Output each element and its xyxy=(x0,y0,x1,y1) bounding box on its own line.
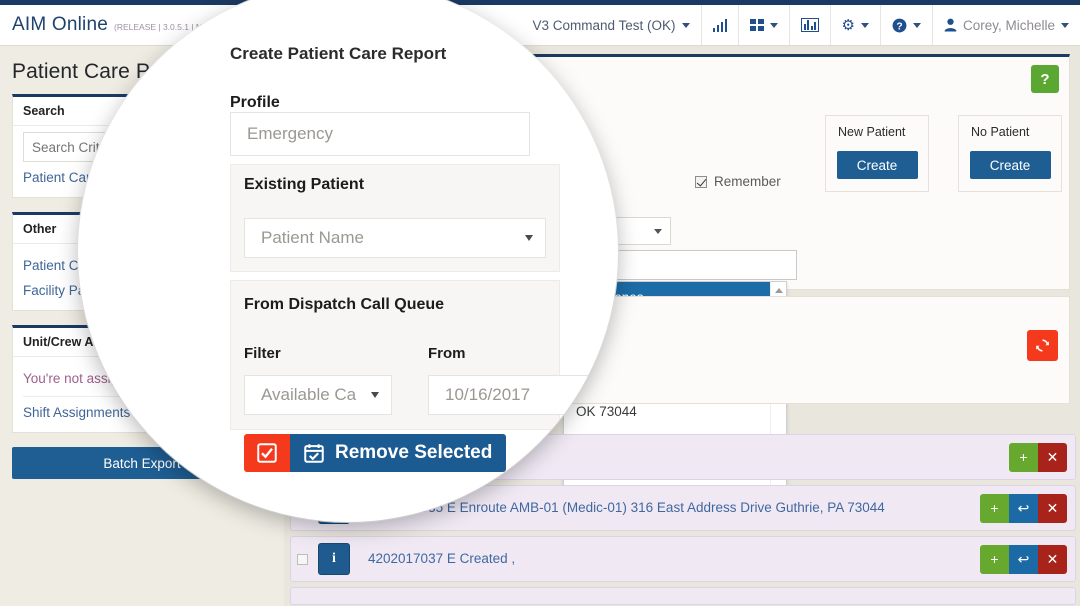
row-actions: + ↩ ✕ xyxy=(980,545,1067,574)
help-menu[interactable]: ? xyxy=(880,5,932,45)
chevron-down-icon xyxy=(654,229,662,234)
info-icon[interactable]: i xyxy=(318,543,350,575)
magnified-dispatch-label: From Dispatch Call Queue xyxy=(244,296,444,314)
user-menu[interactable]: Corey, Michelle xyxy=(932,5,1080,45)
signal-bars-icon xyxy=(713,18,728,32)
create-new-patient-button[interactable]: Create xyxy=(837,151,918,179)
remember-checkbox-group[interactable]: Remember xyxy=(695,174,781,189)
magnifier-content: Create Patient Care Report Profile Emerg… xyxy=(78,0,618,522)
magnified-filter-label: Filter xyxy=(244,345,281,362)
magnified-patient-name-placeholder: Patient Name xyxy=(261,228,364,248)
magnified-profile-select[interactable]: Emergency xyxy=(230,112,530,156)
delete-button[interactable]: ✕ xyxy=(1038,545,1067,574)
table-row[interactable] xyxy=(290,587,1076,605)
user-name: Corey, Michelle xyxy=(963,18,1055,33)
svg-text:?: ? xyxy=(896,21,902,32)
row-actions: + ↩ ✕ xyxy=(980,494,1067,523)
magnifier-lens: Create Patient Care Report Profile Emerg… xyxy=(78,0,618,522)
magnified-profile-label: Profile xyxy=(230,94,280,112)
magnified-from-value: 10/16/2017 xyxy=(445,385,530,405)
refresh-icon xyxy=(1035,338,1050,353)
undo-button[interactable]: ↩ xyxy=(1009,494,1038,523)
table-row[interactable]: i 4202017037 E Created , + ↩ ✕ xyxy=(290,536,1076,582)
magnified-dialog-title: Create Patient Care Report xyxy=(230,44,446,64)
magnified-existing-patient-label: Existing Patient xyxy=(244,176,364,194)
record-text: 4202017037 E Created , xyxy=(368,549,515,569)
chevron-down-icon xyxy=(682,23,690,28)
grid-icon xyxy=(750,19,764,31)
add-button[interactable]: + xyxy=(1009,443,1038,472)
question-circle-icon: ? xyxy=(892,18,907,33)
undo-button[interactable]: ↩ xyxy=(1009,545,1038,574)
chevron-down-icon xyxy=(913,23,921,28)
calendar-check-icon xyxy=(304,443,324,463)
magnified-filter-value: Available Ca xyxy=(261,385,356,405)
delete-button[interactable]: ✕ xyxy=(1038,443,1067,472)
scroll-up-arrow-icon[interactable] xyxy=(775,288,783,293)
remove-selected-action[interactable]: Remove Selected xyxy=(290,434,506,472)
magnified-profile-value: Emergency xyxy=(247,124,333,144)
chevron-down-icon xyxy=(525,235,533,241)
remember-label: Remember xyxy=(714,174,781,189)
add-button[interactable]: + xyxy=(980,545,1009,574)
new-patient-title: New Patient xyxy=(826,125,928,139)
gear-icon: ⚙ xyxy=(842,18,855,33)
checkbox-checked-icon xyxy=(257,443,277,463)
app-root: AIM Online (RELEASE | 3.0.5.1 | NEMSIS v… xyxy=(0,0,1080,606)
help-button[interactable]: ? xyxy=(1031,65,1059,93)
apps-menu[interactable] xyxy=(738,5,789,45)
chevron-down-icon xyxy=(371,392,379,398)
no-patient-card: No Patient Create xyxy=(958,115,1062,192)
chevron-down-icon xyxy=(861,23,869,28)
settings-menu[interactable]: ⚙ xyxy=(830,5,880,45)
magnified-filter-select[interactable]: Available Ca xyxy=(244,375,392,415)
chevron-down-icon xyxy=(1061,23,1069,28)
row-checkbox[interactable] xyxy=(297,554,308,565)
row-actions: + ✕ xyxy=(1009,443,1067,472)
magnified-remove-selected-button[interactable]: Remove Selected xyxy=(244,434,506,472)
refresh-button[interactable] xyxy=(1027,330,1058,361)
remove-selected-label: Remove Selected xyxy=(335,442,492,464)
chevron-down-icon xyxy=(770,23,778,28)
add-button[interactable]: + xyxy=(980,494,1009,523)
signal-menu[interactable] xyxy=(701,5,739,45)
reports-menu[interactable] xyxy=(789,5,830,45)
no-patient-title: No Patient xyxy=(959,125,1061,139)
select-all-checkbox-icon[interactable] xyxy=(244,434,290,472)
user-icon xyxy=(944,18,957,32)
delete-button[interactable]: ✕ xyxy=(1038,494,1067,523)
magnified-patient-name-select[interactable]: Patient Name xyxy=(244,218,546,258)
create-no-patient-button[interactable]: Create xyxy=(970,151,1051,179)
magnified-from-date-input[interactable]: 10/16/2017 xyxy=(428,375,588,415)
bar-chart-icon xyxy=(801,18,819,32)
magnified-from-label: From xyxy=(428,345,466,362)
remember-checkbox[interactable] xyxy=(695,176,707,188)
new-patient-card: New Patient Create xyxy=(825,115,929,192)
